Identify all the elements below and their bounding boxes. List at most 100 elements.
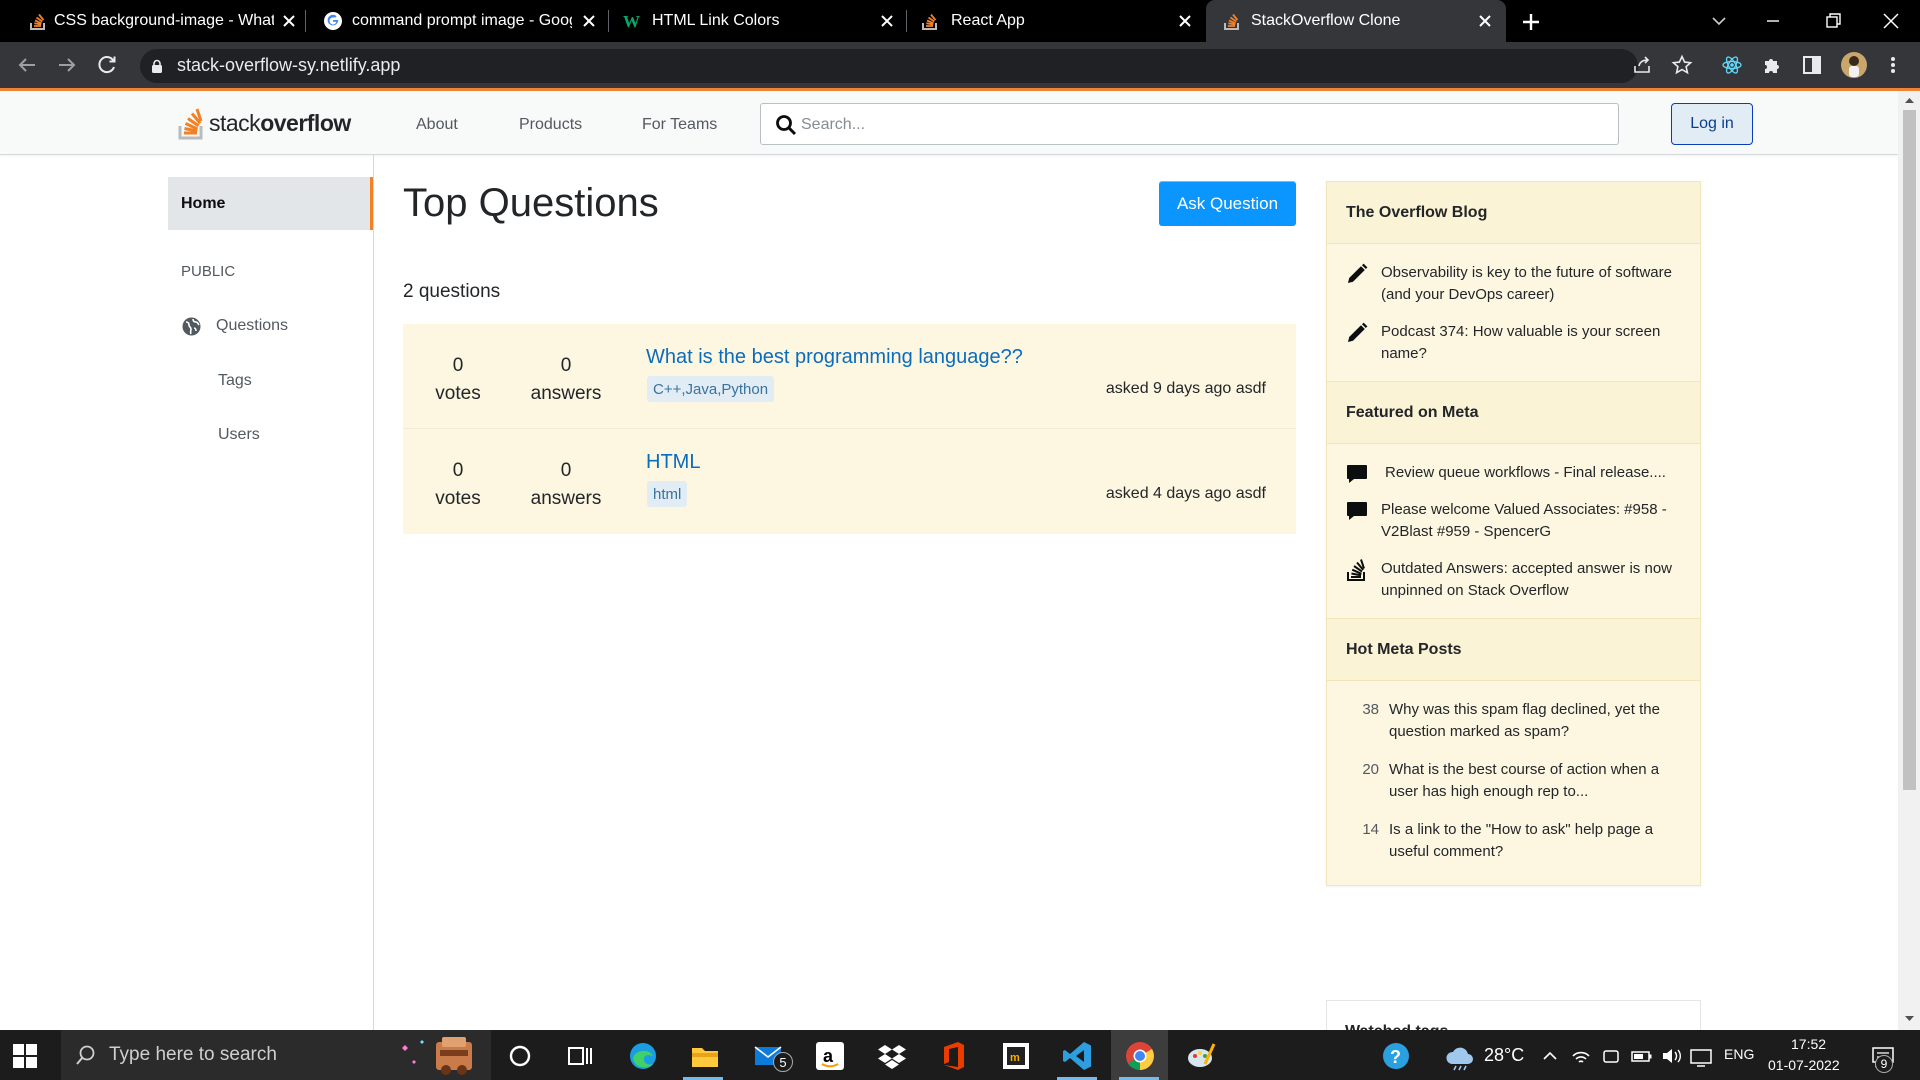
- question-tags[interactable]: html: [647, 481, 688, 507]
- answers-stat: 0 answers: [521, 352, 611, 408]
- question-title-link[interactable]: HTML: [646, 451, 700, 474]
- new-tab-plus-icon[interactable]: [1519, 10, 1543, 34]
- hot-meta-item[interactable]: 14 Is a link to the "How to ask" help pa…: [1327, 819, 1682, 863]
- svg-text:?: ?: [1390, 1047, 1401, 1067]
- wifi-icon[interactable]: [1570, 1040, 1592, 1072]
- vote-count: 0: [452, 355, 464, 376]
- office-icon[interactable]: [938, 1040, 970, 1072]
- answers-label: answers: [530, 383, 602, 404]
- share-icon[interactable]: [1631, 54, 1653, 76]
- sidebar-item-home[interactable]: Home: [168, 177, 373, 230]
- close-icon[interactable]: [1176, 12, 1194, 30]
- vscode-icon[interactable]: [1061, 1040, 1093, 1072]
- sidebar-item-questions[interactable]: Questions: [181, 314, 288, 338]
- help-icon[interactable]: ?: [1380, 1040, 1412, 1072]
- login-button[interactable]: Log in: [1671, 103, 1753, 145]
- language-indicator[interactable]: ENG: [1724, 1046, 1754, 1062]
- cortana-circle-icon[interactable]: [504, 1040, 536, 1072]
- file-explorer-icon[interactable]: [689, 1040, 721, 1072]
- sidebar-item-tags[interactable]: Tags: [218, 372, 252, 390]
- left-sidebar: [0, 155, 374, 1030]
- amazon-icon[interactable]: a: [814, 1040, 846, 1072]
- ask-question-button[interactable]: Ask Question: [1159, 181, 1296, 226]
- nav-about[interactable]: About: [416, 116, 458, 134]
- hot-meta-text: Is a link to the "How to ask" help page …: [1389, 821, 1654, 860]
- answer-count: 0: [560, 460, 572, 481]
- screen-icon[interactable]: [1689, 1040, 1713, 1072]
- nav-products[interactable]: Products: [519, 116, 582, 134]
- votes-stat: 0 votes: [413, 457, 503, 513]
- app-icon[interactable]: m: [1000, 1040, 1032, 1072]
- bookmark-star-icon[interactable]: [1671, 54, 1693, 76]
- question-tags[interactable]: C++,Java,Python: [647, 376, 775, 402]
- site-search-box[interactable]: [760, 103, 1619, 145]
- meta-item[interactable]: Review queue workflows - Final release..…: [1327, 462, 1682, 484]
- scroll-down-arrow-icon[interactable]: [1903, 1014, 1916, 1024]
- blog-item[interactable]: Observability is key to the future of so…: [1327, 262, 1682, 306]
- tab-title: StackOverflow Clone: [1251, 12, 1401, 29]
- clock-time[interactable]: 17:52: [1791, 1036, 1826, 1052]
- pencil-icon: [1348, 322, 1368, 342]
- taskbar-search-box[interactable]: Type here to search: [61, 1030, 491, 1080]
- blog-item[interactable]: Podcast 374: How valuable is your screen…: [1327, 321, 1682, 365]
- battery-icon[interactable]: [1630, 1040, 1654, 1072]
- restore-icon[interactable]: [1820, 8, 1846, 34]
- lock-icon[interactable]: [150, 59, 164, 73]
- site-logo[interactable]: stack overflow: [177, 103, 351, 143]
- tray-chevron-up-icon[interactable]: [1540, 1040, 1560, 1072]
- url-text[interactable]: stack-overflow-sy.netlify.app: [177, 55, 400, 76]
- clock-date[interactable]: 01-07-2022: [1768, 1057, 1840, 1073]
- stackoverflow-favicon: [30, 13, 45, 30]
- back-arrow-icon[interactable]: [15, 53, 39, 77]
- google-favicon: [324, 12, 342, 30]
- forward-arrow-icon[interactable]: [55, 53, 79, 77]
- weather-cloud-icon[interactable]: [1444, 1040, 1476, 1072]
- search-input[interactable]: [801, 114, 1581, 136]
- browser-tab-active[interactable]: StackOverflow Clone: [1206, 0, 1506, 42]
- nav-for-teams[interactable]: For Teams: [642, 116, 717, 134]
- widget-body-blog: Observability is key to the future of so…: [1327, 244, 1700, 382]
- reload-icon[interactable]: [95, 53, 119, 77]
- close-icon[interactable]: [280, 12, 298, 30]
- extensions-puzzle-icon[interactable]: [1761, 54, 1783, 76]
- hot-meta-text: Why was this spam flag declined, yet the…: [1389, 701, 1660, 740]
- sidebar-section-public: PUBLIC: [181, 263, 236, 280]
- browser-tab[interactable]: command prompt image - Googl: [305, 0, 608, 42]
- dropbox-icon[interactable]: [876, 1040, 908, 1072]
- meta-item-text: Outdated Answers: accepted answer is now…: [1381, 560, 1672, 599]
- react-devtools-icon[interactable]: [1721, 54, 1743, 76]
- hot-meta-item[interactable]: 38 Why was this spam flag declined, yet …: [1327, 699, 1682, 743]
- minimize-icon[interactable]: [1760, 8, 1786, 34]
- device-icon[interactable]: [1600, 1040, 1622, 1072]
- sidebar-item-users[interactable]: Users: [218, 426, 260, 444]
- close-icon[interactable]: [878, 12, 896, 30]
- widget-heading-blog: The Overflow Blog: [1327, 182, 1700, 244]
- blog-item-text: Observability is key to the future of so…: [1381, 264, 1672, 303]
- side-panel-icon[interactable]: [1801, 54, 1823, 76]
- chrome-icon[interactable]: [1124, 1040, 1156, 1072]
- volume-icon[interactable]: [1660, 1040, 1684, 1072]
- scroll-up-arrow-icon[interactable]: [1903, 95, 1916, 105]
- windows-start-icon[interactable]: [12, 1043, 38, 1069]
- edge-browser-icon[interactable]: [627, 1040, 659, 1072]
- browser-tab[interactable]: W HTML Link Colors: [608, 0, 906, 42]
- profile-avatar[interactable]: [1840, 51, 1868, 79]
- close-icon[interactable]: [580, 12, 598, 30]
- close-icon[interactable]: [1476, 12, 1494, 30]
- window-close-icon[interactable]: [1878, 8, 1904, 34]
- task-view-icon[interactable]: [564, 1040, 596, 1072]
- temperature[interactable]: 28°C: [1484, 1045, 1524, 1066]
- meta-item[interactable]: Outdated Answers: accepted answer is now…: [1327, 558, 1682, 602]
- scrollbar-thumb[interactable]: [1903, 110, 1916, 790]
- hot-meta-item[interactable]: 20 What is the best course of action whe…: [1327, 759, 1682, 803]
- tab-title: React App: [951, 12, 1025, 29]
- browser-tab[interactable]: CSS background-image - What is: [0, 0, 305, 42]
- question-title-link[interactable]: What is the best programming language??: [646, 346, 1023, 369]
- paint-icon[interactable]: [1185, 1040, 1217, 1072]
- browser-tab[interactable]: React App: [906, 0, 1206, 42]
- meta-item[interactable]: Please welcome Valued Associates: #958 -…: [1327, 499, 1682, 543]
- votes-stat: 0 votes: [413, 352, 503, 408]
- svg-text:W: W: [623, 12, 640, 31]
- browser-menu-icon[interactable]: [1888, 54, 1898, 76]
- tab-search-chevron-icon[interactable]: [1706, 8, 1732, 34]
